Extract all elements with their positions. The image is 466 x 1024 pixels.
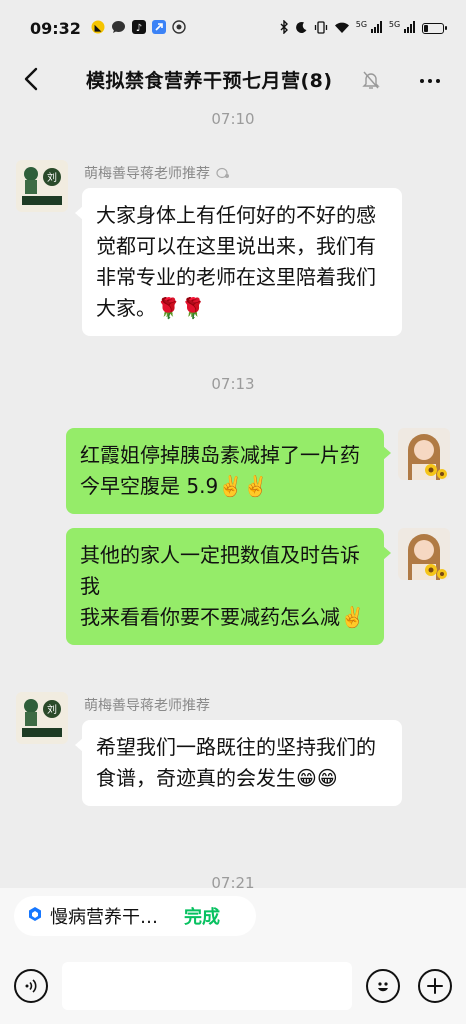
notification-app-icon: ◣ [91, 20, 105, 36]
dot-icon [428, 79, 432, 83]
svg-text:♪: ♪ [136, 23, 142, 34]
avatar-self[interactable] [398, 428, 450, 480]
shield-app-icon [172, 20, 186, 36]
voice-icon [25, 979, 37, 993]
svg-text:刘: 刘 [47, 172, 57, 184]
mini-program-bar: 慢病营养干… 完成 [0, 888, 466, 950]
chevron-left-icon [24, 67, 38, 91]
input-bar [0, 950, 466, 1024]
dot-icon [420, 79, 424, 83]
avatar-self[interactable] [398, 528, 450, 580]
tiktok-icon: ♪ [131, 20, 146, 36]
add-more-button[interactable] [418, 969, 452, 1003]
message-bubble-self[interactable]: 红霞姐停掉胰岛素减掉了一片药今早空腹是 5.9✌️✌️ [66, 428, 391, 514]
emoji-smile-icon [378, 982, 388, 992]
avatar[interactable]: 刘 [16, 160, 68, 212]
voice-button[interactable] [14, 969, 48, 1003]
signal-5g-icon-2: 5G [389, 21, 416, 35]
message-line: 其他的家人一定把数值及时告诉我 [80, 543, 360, 598]
teacher-avatar-image: 刘 [16, 692, 68, 744]
mini-program-icon [28, 906, 42, 926]
user-avatar-image [398, 528, 450, 580]
vibrate-icon [314, 20, 328, 36]
plus-icon [427, 978, 443, 994]
avatar[interactable]: 刘 [16, 692, 68, 744]
sender-name: 萌梅善导蒋老师推荐 [84, 163, 230, 183]
message-bubble[interactable]: 希望我们一路既往的坚持我们的食谱，奇迹真的会发生😁😁 [75, 720, 402, 806]
mute-bell-icon [362, 70, 380, 94]
chat-header: 模拟禁食营养干预七月营(8) [0, 56, 466, 106]
sender-name: 萌梅善导蒋老师推荐 [84, 698, 210, 714]
chat-bubble-icon [111, 20, 126, 36]
bluetooth-icon [279, 19, 289, 36]
emoji-button[interactable] [366, 969, 400, 1003]
mini-program-pill[interactable]: 慢病营养干… 完成 [14, 896, 256, 936]
svg-text:◣: ◣ [94, 24, 101, 34]
message-bubble-self[interactable]: 其他的家人一定把数值及时告诉我 我来看看你要不要减药怎么减✌️ [66, 528, 391, 645]
timestamp: 07:10 [211, 110, 255, 128]
more-options-button[interactable] [412, 66, 448, 96]
message-bubble[interactable]: 大家身体上有任何好的不好的感觉都可以在这里说出来，我们有非常专业的老师在这里陪着… [75, 188, 402, 336]
mini-program-name: 慢病营养干… [50, 907, 158, 928]
clock: 09:32 [30, 18, 81, 38]
app-shortcut-icon [151, 20, 166, 36]
do-not-disturb-moon-icon [295, 21, 308, 36]
status-bar: 09:32 ◣ ♪ 5G 5G [0, 0, 466, 56]
chat-title: 模拟禁食营养干预七月营(8) [86, 70, 333, 92]
user-avatar-image [398, 428, 450, 480]
svg-text:刘: 刘 [47, 704, 57, 716]
wifi-icon [334, 21, 350, 36]
teacher-avatar-image: 刘 [16, 160, 68, 212]
back-button[interactable] [16, 64, 46, 94]
done-button[interactable]: 完成 [184, 903, 220, 929]
dot-icon [436, 79, 440, 83]
timestamp: 07:13 [211, 375, 255, 393]
wechat-work-badge-icon [216, 167, 229, 179]
signal-5g-icon: 5G [356, 21, 383, 35]
battery-icon [422, 22, 447, 34]
message-input[interactable] [62, 962, 352, 1010]
message-line: 我来看看你要不要减药怎么减✌️ [80, 605, 365, 629]
